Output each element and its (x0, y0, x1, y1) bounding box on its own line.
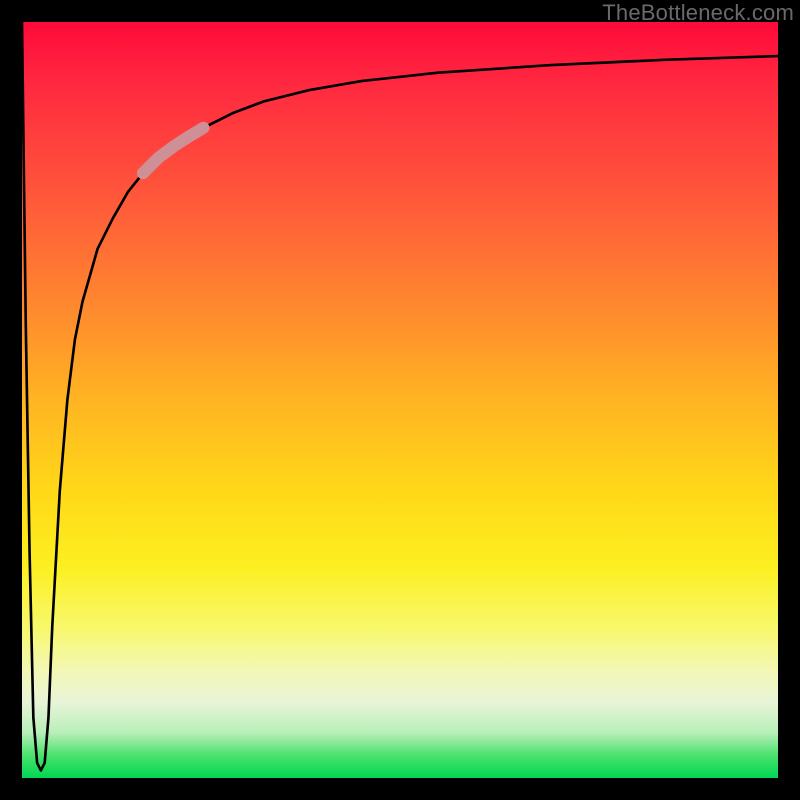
plot-area (22, 22, 778, 778)
bottleneck-curve (22, 22, 778, 770)
highlight-segment (143, 128, 203, 173)
chart-svg (22, 22, 778, 778)
watermark-text: TheBottleneck.com (602, 0, 794, 26)
chart-frame: TheBottleneck.com (0, 0, 800, 800)
